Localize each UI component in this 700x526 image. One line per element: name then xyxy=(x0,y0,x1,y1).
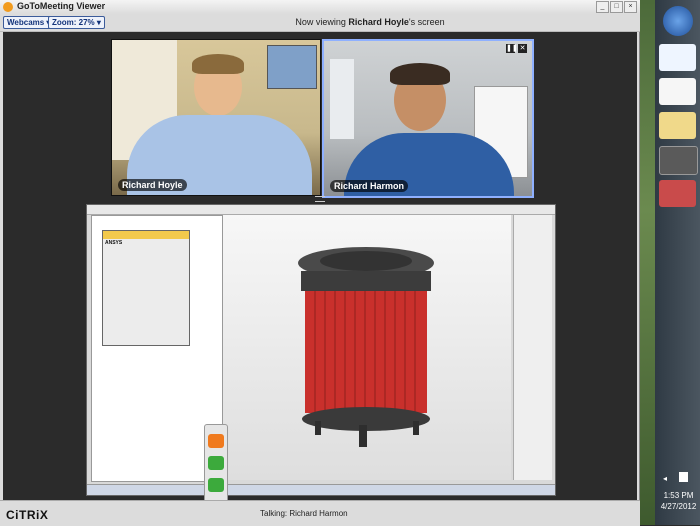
person-hair xyxy=(192,54,244,74)
system-clock[interactable]: 1:53 PM 4/27/2012 xyxy=(657,490,700,512)
webcam-tile[interactable]: Richard Hoyle xyxy=(111,39,321,196)
talking-status: Talking: Richard Harmon xyxy=(260,509,348,518)
talking-name: Richard Harmon xyxy=(289,509,348,518)
start-button-icon[interactable] xyxy=(663,6,693,36)
gotomeeting-icon[interactable] xyxy=(659,146,698,175)
title-bar: GoToMeeting Viewer _ □ × xyxy=(0,0,640,15)
close-icon[interactable]: ✕ xyxy=(518,44,527,53)
shared-screen[interactable]: ANSYS xyxy=(86,204,556,496)
viewer-toolbar: Webcams ▾ Zoom: 27% ▾ Now viewing Richar… xyxy=(0,14,640,32)
filter-leg xyxy=(413,421,419,435)
cad-model xyxy=(298,247,434,447)
close-button[interactable]: × xyxy=(624,1,637,13)
viewing-prefix: Now viewing xyxy=(295,17,349,27)
wall-map xyxy=(267,45,317,89)
person-hair xyxy=(390,63,450,85)
cad-toolbar-right xyxy=(513,215,552,480)
clock-time: 1:53 PM xyxy=(663,491,694,500)
file-explorer-icon[interactable] xyxy=(659,112,696,139)
talking-label: Talking: xyxy=(260,509,288,518)
windows-taskbar: ◂ xyxy=(655,0,700,525)
filter-element xyxy=(305,291,427,413)
dialog-header: ANSYS xyxy=(103,231,189,246)
clock-date: 4/27/2012 xyxy=(660,502,697,511)
filter-top-hole xyxy=(320,251,412,271)
shared-dialog: ANSYS xyxy=(102,230,190,346)
show-hide-arrow-icon[interactable] xyxy=(208,434,224,448)
webcam-name-label: Richard Harmon xyxy=(330,180,409,192)
webcam-icon[interactable] xyxy=(208,478,224,492)
pause-icon[interactable]: ❚❚ xyxy=(506,44,518,53)
zoom-dropdown[interactable]: Zoom: 27% ▾ xyxy=(48,16,105,29)
webcams-dropdown[interactable]: Webcams ▾ xyxy=(3,16,55,29)
citrix-logo: CiTRiX xyxy=(6,508,49,522)
shared-taskbar xyxy=(87,484,555,495)
webcam-name-label: Richard Hoyle xyxy=(118,179,187,191)
viewing-status: Now viewing Richard Hoyle's screen xyxy=(250,17,490,27)
minimize-button[interactable]: _ xyxy=(596,1,609,13)
media-player-icon[interactable] xyxy=(659,78,696,105)
tray-arrow-icon[interactable]: ◂ xyxy=(663,474,667,483)
viewing-name: Richard Hoyle xyxy=(348,17,409,27)
viewing-suffix: 's screen xyxy=(408,17,445,27)
webcam-tile-active[interactable]: ❚❚ ✕ Richard Harmon xyxy=(322,39,534,198)
filter-leg xyxy=(315,421,321,435)
resize-handle[interactable] xyxy=(315,196,325,202)
microphone-icon[interactable] xyxy=(208,456,224,470)
desktop-wallpaper xyxy=(640,0,655,525)
meeting-stage: Richard Hoyle ❚❚ ✕ Richard Harmon ANSYS xyxy=(3,32,637,500)
snipping-tool-icon[interactable] xyxy=(659,180,696,207)
dialog-header-text: ANSYS xyxy=(105,240,123,246)
filter-leg xyxy=(359,425,367,447)
maximize-button[interactable]: □ xyxy=(610,1,623,13)
window-title: GoToMeeting Viewer xyxy=(17,1,106,11)
water-cooler xyxy=(330,59,354,139)
network-tray-icon[interactable] xyxy=(679,472,688,482)
status-bar: CiTRiX Talking: Richard Harmon xyxy=(0,500,640,526)
gotomeeting-logo-icon xyxy=(3,2,13,12)
filter-top-cap xyxy=(301,271,431,291)
internet-explorer-icon[interactable] xyxy=(659,44,696,71)
gotomeeting-window: GoToMeeting Viewer _ □ × Webcams ▾ Zoom:… xyxy=(0,0,640,526)
cad-viewport xyxy=(223,215,511,480)
shared-menu-bar xyxy=(87,205,555,215)
